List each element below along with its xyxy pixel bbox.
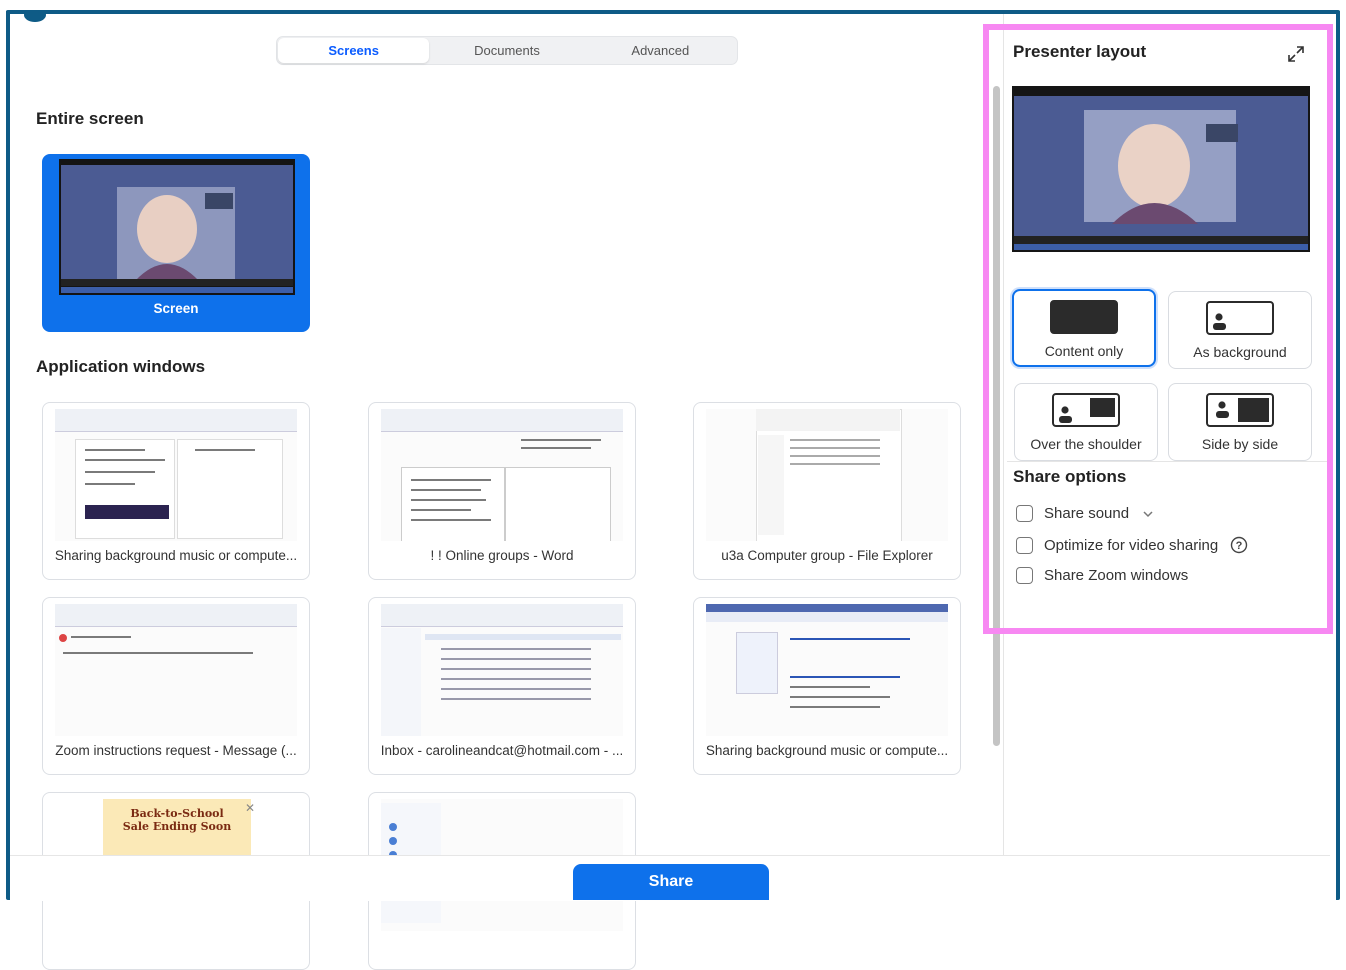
app-window-card[interactable]: Inbox - carolineandcat@hotmail.com - ...: [368, 597, 636, 775]
app-window-thumbnail: [55, 409, 297, 541]
app-window-card[interactable]: u3a Computer group - File Explorer: [693, 402, 961, 580]
app-window-thumbnail: [55, 604, 297, 736]
tab-advanced[interactable]: Advanced: [585, 38, 736, 63]
app-window-label: ! ! Online groups - Word: [430, 548, 574, 563]
app-window-thumbnail: [706, 409, 948, 541]
app-window-card[interactable]: Sharing background music or compute...: [693, 597, 961, 775]
tab-screens[interactable]: Screens: [278, 38, 430, 63]
ad-banner-text: Back-to-School Sale Ending Soon: [122, 807, 232, 833]
screen-label: Screen: [153, 301, 199, 316]
app-window-label: Sharing background music or compute...: [54, 548, 298, 563]
app-window-thumbnail: [381, 409, 623, 541]
screen-card[interactable]: Screen: [42, 154, 310, 332]
highlight-box: [983, 24, 1333, 634]
application-windows-heading: Application windows: [36, 357, 206, 376]
app-window-card[interactable]: ! ! Online groups - Word: [368, 402, 636, 580]
app-window-label: Sharing background music or compute...: [705, 743, 949, 758]
app-window-card[interactable]: Sharing background music or compute...: [42, 402, 310, 580]
share-tabs: Screens Documents Advanced: [276, 36, 738, 65]
screen-preview-image: [59, 159, 295, 295]
tab-documents[interactable]: Documents: [431, 38, 582, 63]
entire-screen-heading: Entire screen: [36, 109, 144, 128]
screen-thumbnail: [59, 159, 295, 295]
share-button[interactable]: Share: [573, 864, 769, 900]
app-window-thumbnail: [381, 604, 623, 736]
app-window-thumbnail: [706, 604, 948, 736]
close-icon: ✕: [245, 801, 256, 815]
app-window-card[interactable]: Zoom instructions request - Message (...: [42, 597, 310, 775]
app-window-label: Zoom instructions request - Message (...: [55, 743, 297, 758]
zoom-logo-icon: [24, 14, 46, 22]
app-window-label: u3a Computer group - File Explorer: [721, 548, 933, 563]
app-window-label: Inbox - carolineandcat@hotmail.com - ...: [380, 743, 624, 758]
